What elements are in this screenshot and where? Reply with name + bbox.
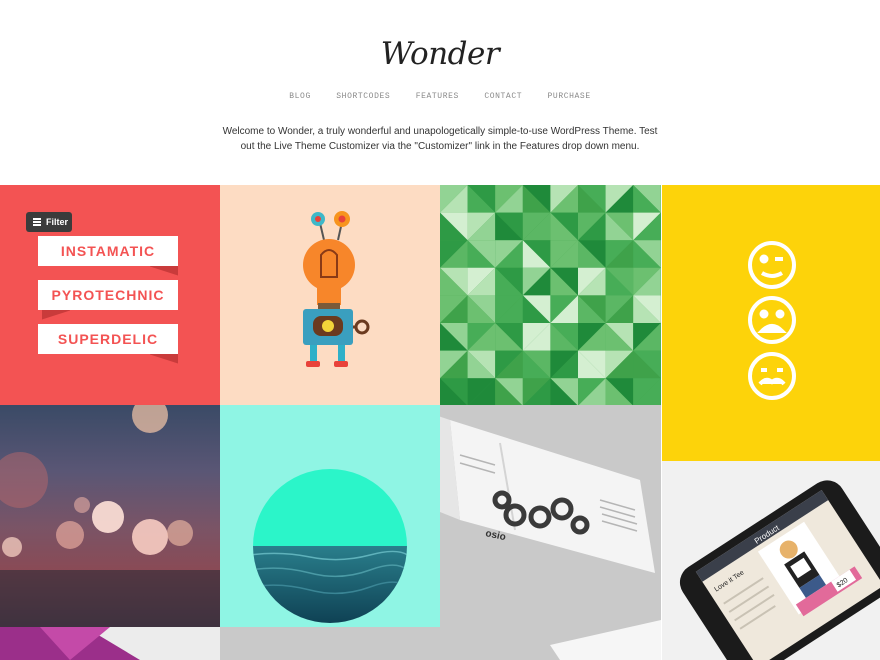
intro-text: Welcome to Wonder, a truly wonderful and… [220, 124, 660, 154]
portfolio-item-grey[interactable] [220, 627, 440, 660]
filter-label: Filter [46, 217, 69, 227]
ribbon-pyrotechnic: PYROTECHNIC [38, 280, 178, 310]
site-header: Wonder BLOG SHORTCODES FEATURES CONTACT … [0, 0, 880, 185]
portfolio-item-smiley-faces[interactable] [662, 185, 880, 461]
brochure-mockup: osio [440, 416, 661, 660]
menu-icon [33, 218, 41, 226]
portfolio-item-brochure[interactable]: osio [440, 405, 661, 660]
portfolio-item-ocean-circle[interactable] [220, 405, 440, 627]
sad-face-icon [748, 296, 796, 344]
bokeh-lights [0, 405, 220, 627]
ribbon-superdelic: SUPERDELIC [38, 324, 178, 354]
faces-illustration [748, 241, 796, 400]
portfolio-item-bokeh-photo[interactable] [0, 405, 220, 627]
phone-mockup: Product Love it Tee $20 [679, 480, 880, 660]
nav-blog[interactable]: BLOG [289, 92, 311, 101]
portfolio-item-purple-geometric[interactable] [0, 627, 220, 660]
ribbon-instamatic: INSTAMATIC [38, 236, 178, 266]
wink-face-icon [748, 241, 796, 289]
portfolio-item-phone-app[interactable]: Product Love it Tee $20 [662, 461, 880, 660]
portfolio-item-geometric-pattern[interactable] [440, 185, 661, 405]
main-nav: BLOG SHORTCODES FEATURES CONTACT PURCHAS… [0, 92, 880, 101]
mustache-face-icon [748, 352, 796, 400]
nav-purchase[interactable]: PURCHASE [548, 92, 591, 101]
nav-shortcodes[interactable]: SHORTCODES [336, 92, 390, 101]
filter-button[interactable]: Filter [26, 212, 72, 232]
site-logo[interactable]: Wonder [0, 36, 880, 72]
intro-line-1: Welcome to Wonder, a truly wonderful and… [222, 126, 658, 137]
triangle-pattern [440, 185, 661, 405]
portfolio-item-robot[interactable] [220, 185, 440, 405]
purple-shape [0, 627, 140, 660]
intro-line-2: out the Live Theme Customizer via the "C… [240, 141, 640, 152]
nav-contact[interactable]: CONTACT [484, 92, 522, 101]
lightbulb-robot-icon [303, 211, 370, 367]
ocean-circle [253, 469, 407, 623]
nav-features[interactable]: FEATURES [416, 92, 459, 101]
